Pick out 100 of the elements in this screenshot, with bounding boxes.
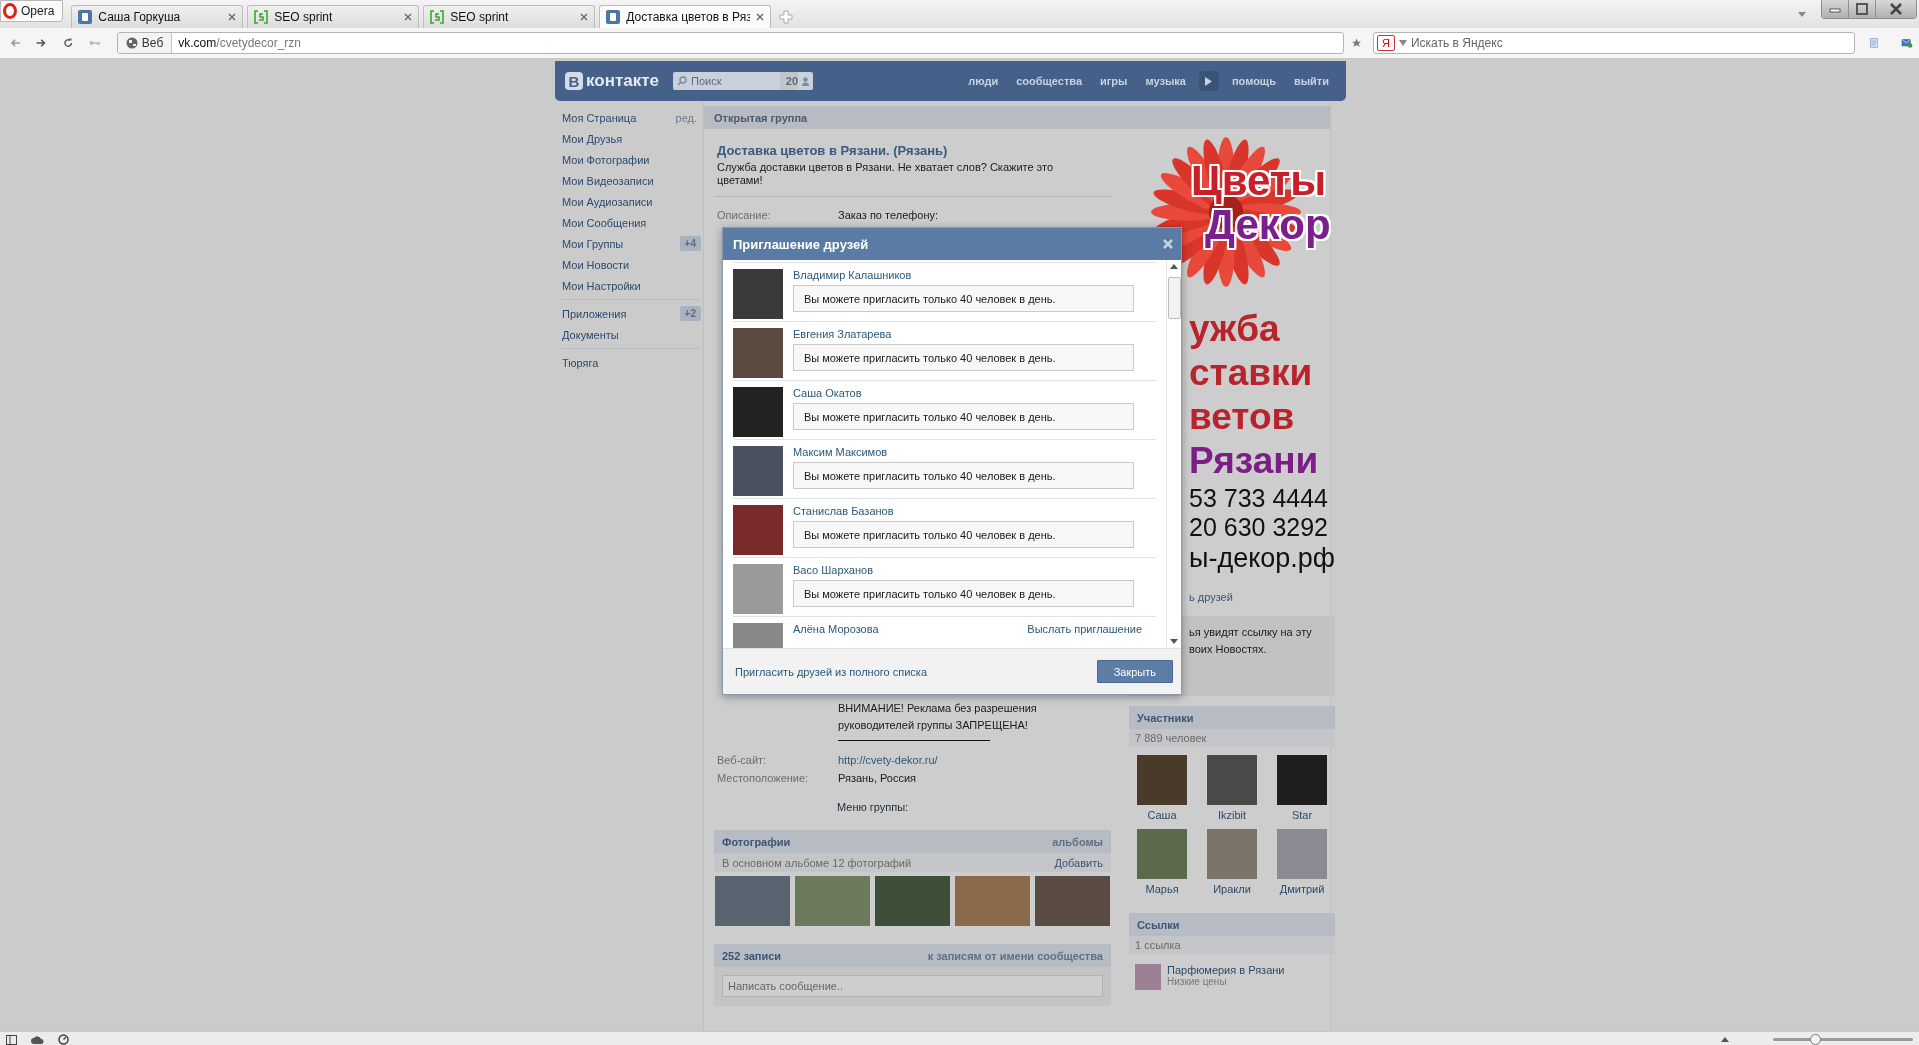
poster-text: ставки bbox=[1189, 351, 1314, 395]
sidebar-link[interactable]: Мои Видеозаписи bbox=[562, 174, 703, 187]
member-name[interactable]: Саша bbox=[1147, 809, 1177, 821]
link-title[interactable]: Парфюмерия в Рязани bbox=[1167, 964, 1285, 976]
send-invite-link[interactable]: Выслать приглашение bbox=[1027, 623, 1142, 635]
friend-name[interactable]: Станислав Базанов bbox=[793, 505, 894, 517]
member-name[interactable]: Иракли bbox=[1213, 883, 1251, 895]
address-field[interactable]: Веб vk.com/cvetydecor_rzn bbox=[116, 32, 1344, 54]
cloud-icon[interactable] bbox=[31, 1035, 44, 1044]
friend-name[interactable]: Владимир Калашников bbox=[793, 269, 912, 281]
nav-link[interactable]: игры bbox=[1091, 75, 1137, 87]
scrollbar-thumb[interactable] bbox=[1167, 277, 1181, 319]
browser-tab[interactable]: SEO sprint bbox=[423, 5, 596, 28]
poster-text: Рязани bbox=[1189, 439, 1320, 483]
friend-name[interactable]: Саша Окатов bbox=[793, 387, 862, 399]
sidebar-link[interactable]: Мои Новости bbox=[562, 258, 703, 271]
friend-name[interactable]: Алёна Морозова bbox=[793, 623, 879, 635]
speedometer-icon[interactable] bbox=[58, 1034, 69, 1045]
sidebar-link[interactable]: Мои Группы bbox=[562, 237, 680, 250]
sidebar-link[interactable]: Тюряга bbox=[562, 356, 703, 369]
caret-icon[interactable] bbox=[1797, 10, 1807, 18]
close-icon[interactable] bbox=[580, 13, 589, 21]
limit-message: Вы можете пригласить только 40 человек в день. bbox=[793, 521, 1134, 548]
invite-full-list-link[interactable]: Пригласить друзей из полного списка bbox=[735, 665, 927, 678]
limit-message: Вы можете пригласить только 40 человек в день. bbox=[793, 344, 1134, 371]
search-field[interactable]: Я Искать в Яндекс bbox=[1372, 32, 1855, 54]
page-favicon-icon bbox=[606, 10, 621, 24]
logo-text[interactable]: контакте bbox=[586, 71, 659, 91]
sidebar-link[interactable]: Приложения bbox=[562, 307, 680, 320]
member-name[interactable]: Дмитрий bbox=[1279, 883, 1325, 895]
zoom-slider-thumb[interactable] bbox=[1810, 1034, 1821, 1045]
sidebar-link[interactable]: Мои Сообщения bbox=[562, 216, 703, 229]
sidebar-link[interactable]: Документы bbox=[562, 328, 703, 341]
section-title: Участники bbox=[1137, 711, 1194, 724]
browser-tab[interactable]: SEO sprint bbox=[247, 5, 420, 28]
page-favicon-icon bbox=[78, 10, 93, 24]
link-subtitle: Низкие цены bbox=[1167, 976, 1227, 987]
website-link[interactable]: http://cvety-dekor.ru/ bbox=[838, 754, 938, 766]
search-engine-mark: Я bbox=[1376, 35, 1395, 51]
panel-icon[interactable] bbox=[6, 1034, 17, 1045]
sidebar-link[interactable]: Мои Друзья bbox=[562, 132, 703, 145]
browser-tab[interactable]: Доставка цветов в Ряз bbox=[599, 5, 772, 28]
sidebar-link[interactable]: Мои Настройки bbox=[562, 279, 703, 292]
notice-text: ВНИМАНИЕ! Реклама без разрешения руководителей группы ЗАПРЕЩЕНА! bbox=[838, 701, 1038, 733]
nav-link[interactable]: помощь bbox=[1222, 75, 1285, 87]
sidebar-link[interactable]: Мои Аудиозаписи bbox=[562, 195, 703, 208]
close-icon[interactable] bbox=[756, 13, 765, 21]
minimize-icon[interactable] bbox=[1822, 0, 1848, 18]
notes-icon[interactable] bbox=[1868, 35, 1880, 51]
section-title: Фотографии bbox=[722, 835, 791, 848]
member-name[interactable]: Ikzibit bbox=[1217, 809, 1247, 821]
poster-text: ветов bbox=[1189, 395, 1296, 439]
close-button[interactable]: Закрыть bbox=[1096, 660, 1173, 683]
search-field[interactable]: Поиск 20 bbox=[673, 72, 813, 90]
group-status: Служба доставки цветов в Рязани. Не хватает слов? Скажите это цветами! bbox=[716, 161, 1055, 187]
page-favicon-icon bbox=[430, 10, 445, 24]
close-icon[interactable] bbox=[404, 13, 413, 21]
info-label: Описание: bbox=[716, 209, 772, 221]
scroll-up-icon[interactable] bbox=[1170, 264, 1178, 269]
caret-icon[interactable] bbox=[1398, 40, 1407, 46]
scroll-down-icon[interactable] bbox=[1170, 639, 1178, 644]
opera-menu-button[interactable]: Opera bbox=[0, 0, 64, 22]
close-icon[interactable] bbox=[228, 13, 237, 21]
message-input[interactable]: Написать сообщение.. bbox=[722, 975, 1103, 997]
sidebar-link[interactable]: Моя Страница bbox=[562, 111, 676, 124]
play-icon bbox=[1205, 76, 1213, 86]
info-value: Рязань, Россия bbox=[838, 772, 917, 784]
link-count: 1 ссылка bbox=[1129, 936, 1336, 954]
caret-up-icon[interactable] bbox=[1721, 1037, 1729, 1042]
scrollbar[interactable] bbox=[1166, 260, 1181, 648]
key-icon[interactable] bbox=[89, 38, 101, 48]
site-badge-label: Веб bbox=[141, 36, 164, 50]
sidebar-link[interactable]: Мои Фотографии bbox=[562, 153, 703, 166]
maximize-icon[interactable] bbox=[1848, 0, 1875, 18]
friend-name[interactable]: Максим Максимов bbox=[793, 446, 888, 458]
play-button[interactable] bbox=[1198, 71, 1219, 91]
member-name[interactable]: Марья bbox=[1145, 883, 1179, 895]
add-link[interactable]: Добавить bbox=[1054, 856, 1103, 869]
nav-link[interactable]: выйти bbox=[1284, 75, 1338, 87]
limit-message: Вы можете пригласить только 40 человек в день. bbox=[793, 285, 1134, 312]
star-icon[interactable] bbox=[1351, 36, 1361, 50]
limit-message: Вы можете пригласить только 40 человек в день. bbox=[793, 580, 1134, 607]
new-tab-icon[interactable] bbox=[779, 10, 794, 24]
nav-link[interactable]: люди bbox=[959, 75, 1008, 87]
back-arrow-icon[interactable] bbox=[10, 36, 21, 50]
search-icon bbox=[677, 76, 687, 86]
nav-link[interactable]: музыка bbox=[1136, 75, 1195, 87]
nav-link[interactable]: сообщества bbox=[1007, 75, 1091, 87]
logo-mark[interactable]: В bbox=[565, 72, 583, 90]
friend-name[interactable]: Васо Шарханов bbox=[793, 564, 873, 576]
group-title: Доставка цветов в Рязани. (Рязань) bbox=[716, 143, 949, 158]
friend-name[interactable]: Евгения Златарева bbox=[793, 328, 892, 340]
link-thumbnail[interactable] bbox=[1135, 964, 1161, 990]
member-name[interactable]: Star bbox=[1291, 809, 1313, 821]
poster-text: ы-декор.рф bbox=[1189, 542, 1336, 575]
browser-tab[interactable]: Саша Горкуша bbox=[71, 5, 244, 28]
forward-arrow-icon[interactable] bbox=[36, 36, 47, 50]
info-label: Веб-сайт: bbox=[716, 754, 768, 766]
close-icon[interactable] bbox=[1875, 0, 1916, 18]
limit-message: Вы можете пригласить только 40 человек в день. bbox=[793, 462, 1134, 489]
